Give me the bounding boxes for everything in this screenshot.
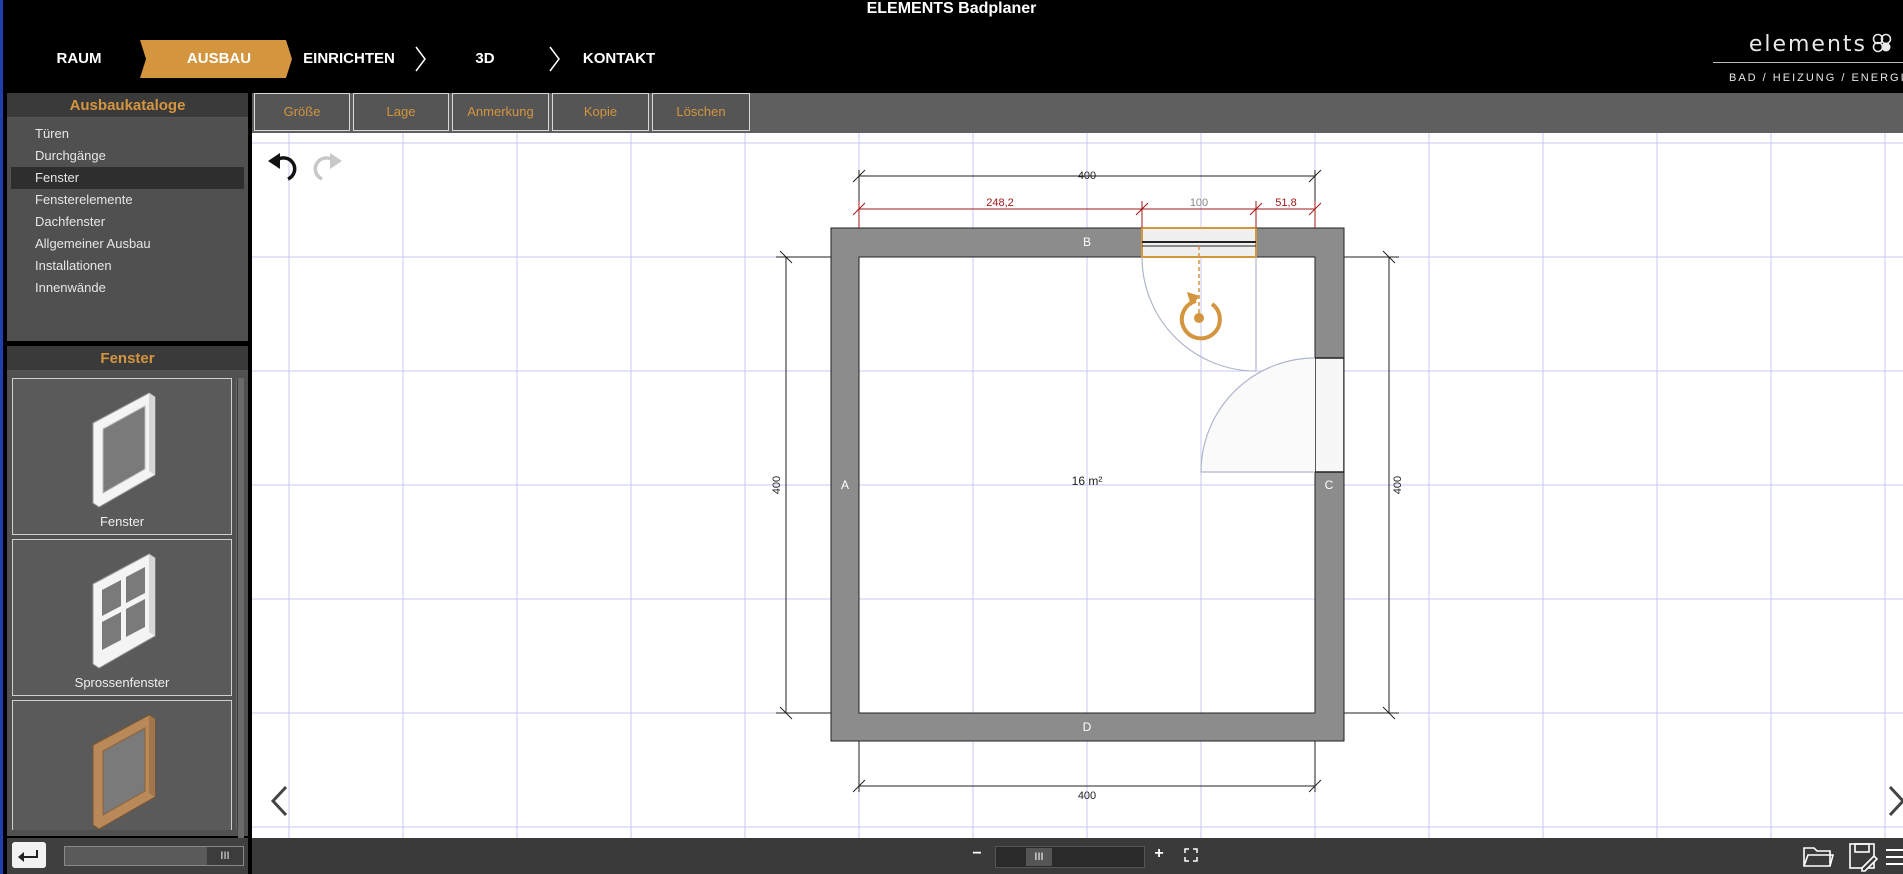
thumbnail-scrollbar[interactable]: III [64, 846, 244, 866]
room-area-label: 16 m² [1072, 474, 1103, 488]
catalog-item-fenster[interactable]: Fenster [11, 167, 244, 189]
dim-left-label: 400 [771, 476, 783, 494]
nav-3d[interactable]: 3D [462, 40, 508, 78]
catalog-item-tueren[interactable]: Türen [11, 123, 244, 145]
catalog-item-durchgaenge[interactable]: Durchgänge [11, 145, 244, 167]
dim-top-label: 400 [1078, 170, 1096, 182]
undo-icon[interactable] [266, 147, 302, 183]
fenster-item-label: Sprossenfenster [74, 675, 170, 690]
catalog-list: Türen Durchgänge Fenster Fensterelemente… [7, 118, 248, 299]
open-folder-icon[interactable] [1802, 844, 1834, 868]
save-icon[interactable] [1848, 842, 1878, 872]
window-white-icon [92, 392, 156, 508]
redo-icon[interactable] [308, 147, 344, 183]
logo-divider [1713, 62, 1903, 63]
fenster-item-holzfenster[interactable] [12, 700, 232, 830]
back-button[interactable] [12, 842, 46, 868]
annotation-button[interactable]: Anmerkung [452, 93, 549, 131]
wall-d-label: D [1083, 720, 1092, 734]
nav-chevron-icon [549, 46, 560, 72]
catalog-item-fensterelemente[interactable]: Fensterelemente [11, 189, 244, 211]
fenster-item-label: Fenster [99, 514, 145, 529]
catalog-item-installationen[interactable]: Installationen [11, 255, 244, 277]
door-opening [1316, 358, 1343, 472]
scrollbar-thumb[interactable] [238, 378, 244, 838]
nav-einrichten[interactable]: EINRICHTEN [298, 40, 400, 78]
nav-ausbau[interactable]: AUSBAU [146, 40, 292, 78]
nav-chevron-icon [415, 46, 426, 72]
fenster-item-fenster[interactable]: Fenster [12, 378, 232, 535]
window-mullion-icon [92, 553, 156, 669]
nav-kontakt[interactable]: KONTAKT [582, 40, 656, 78]
app-title: ELEMENTS Badplaner [866, 0, 1037, 17]
dim-seg3-label: 51,8 [1275, 197, 1296, 209]
zoom-slider-handle[interactable]: III [1026, 848, 1052, 866]
bottom-bar: − III + [252, 838, 1903, 874]
logo-mark-icon [1872, 33, 1892, 53]
window-edge [0, 0, 3, 874]
fenster-item-sprossenfenster[interactable]: Sprossenfenster [12, 539, 232, 696]
position-button[interactable]: Lage [353, 93, 449, 131]
catalog-panel: Ausbaukataloge Türen Durchgänge Fenster … [7, 93, 248, 341]
catalog-title: Ausbaukataloge [7, 93, 248, 118]
copy-button[interactable]: Kopie [552, 93, 649, 131]
window-wood-icon [92, 714, 156, 830]
delete-button[interactable]: Löschen [652, 93, 750, 131]
dim-seg2-label: 100 [1190, 197, 1208, 209]
logo-tagline: BAD / HEIZUNG / ENERGIE [1729, 72, 1903, 84]
dim-bottom-label: 400 [1078, 790, 1096, 802]
wall-a-label: A [841, 478, 849, 492]
brand-logo: elements BAD / HEIZUNG / ENERGIE [1713, 28, 1903, 88]
dim-seg1-label: 248,2 [986, 197, 1014, 209]
fullscreen-icon[interactable] [1184, 848, 1198, 862]
door-swing [1200, 357, 1316, 473]
zoom-out-button[interactable]: − [969, 845, 985, 863]
next-arrow-icon[interactable] [1886, 783, 1903, 819]
floor-plan-canvas[interactable]: 400 400 400 400 248,2 100 51,8 B A C D 1… [252, 133, 1903, 838]
zoom-slider[interactable]: III [995, 846, 1145, 868]
edit-toolbar: Größe Lage Anmerkung Kopie Löschen [252, 93, 1903, 133]
left-bottom-bar: III [7, 838, 248, 874]
wall-b-label: B [1083, 235, 1091, 249]
catalog-item-allgemeiner-ausbau[interactable]: Allgemeiner Ausbau [11, 233, 244, 255]
fenster-scrollbar[interactable] [236, 378, 244, 838]
wall-c-label: C [1325, 478, 1334, 492]
size-button[interactable]: Größe [254, 93, 350, 131]
app-window: ELEMENTS Badplaner RAUM AUSBAU EINRICHTE… [0, 0, 1903, 874]
logo-wordmark: elements [1748, 32, 1867, 57]
menu-icon[interactable] [1884, 846, 1903, 868]
nav-raum[interactable]: RAUM [40, 40, 118, 78]
fenster-thumbnail-list: Fenster Sprossenfenster [12, 378, 234, 830]
catalog-item-dachfenster[interactable]: Dachfenster [11, 211, 244, 233]
fenster-panel-title: Fenster [7, 346, 248, 371]
fenster-panel: Fenster Fenster Sprossenfenster [7, 346, 248, 838]
previous-arrow-icon[interactable] [268, 783, 290, 819]
dim-right-label: 400 [1392, 476, 1404, 494]
catalog-item-innenwaende[interactable]: Innenwände [11, 277, 244, 299]
scrollbar-grip[interactable]: III [207, 847, 243, 865]
zoom-in-button[interactable]: + [1151, 845, 1167, 863]
floor-plan: 400 400 400 400 248,2 100 51,8 B A C D 1… [252, 133, 1903, 838]
